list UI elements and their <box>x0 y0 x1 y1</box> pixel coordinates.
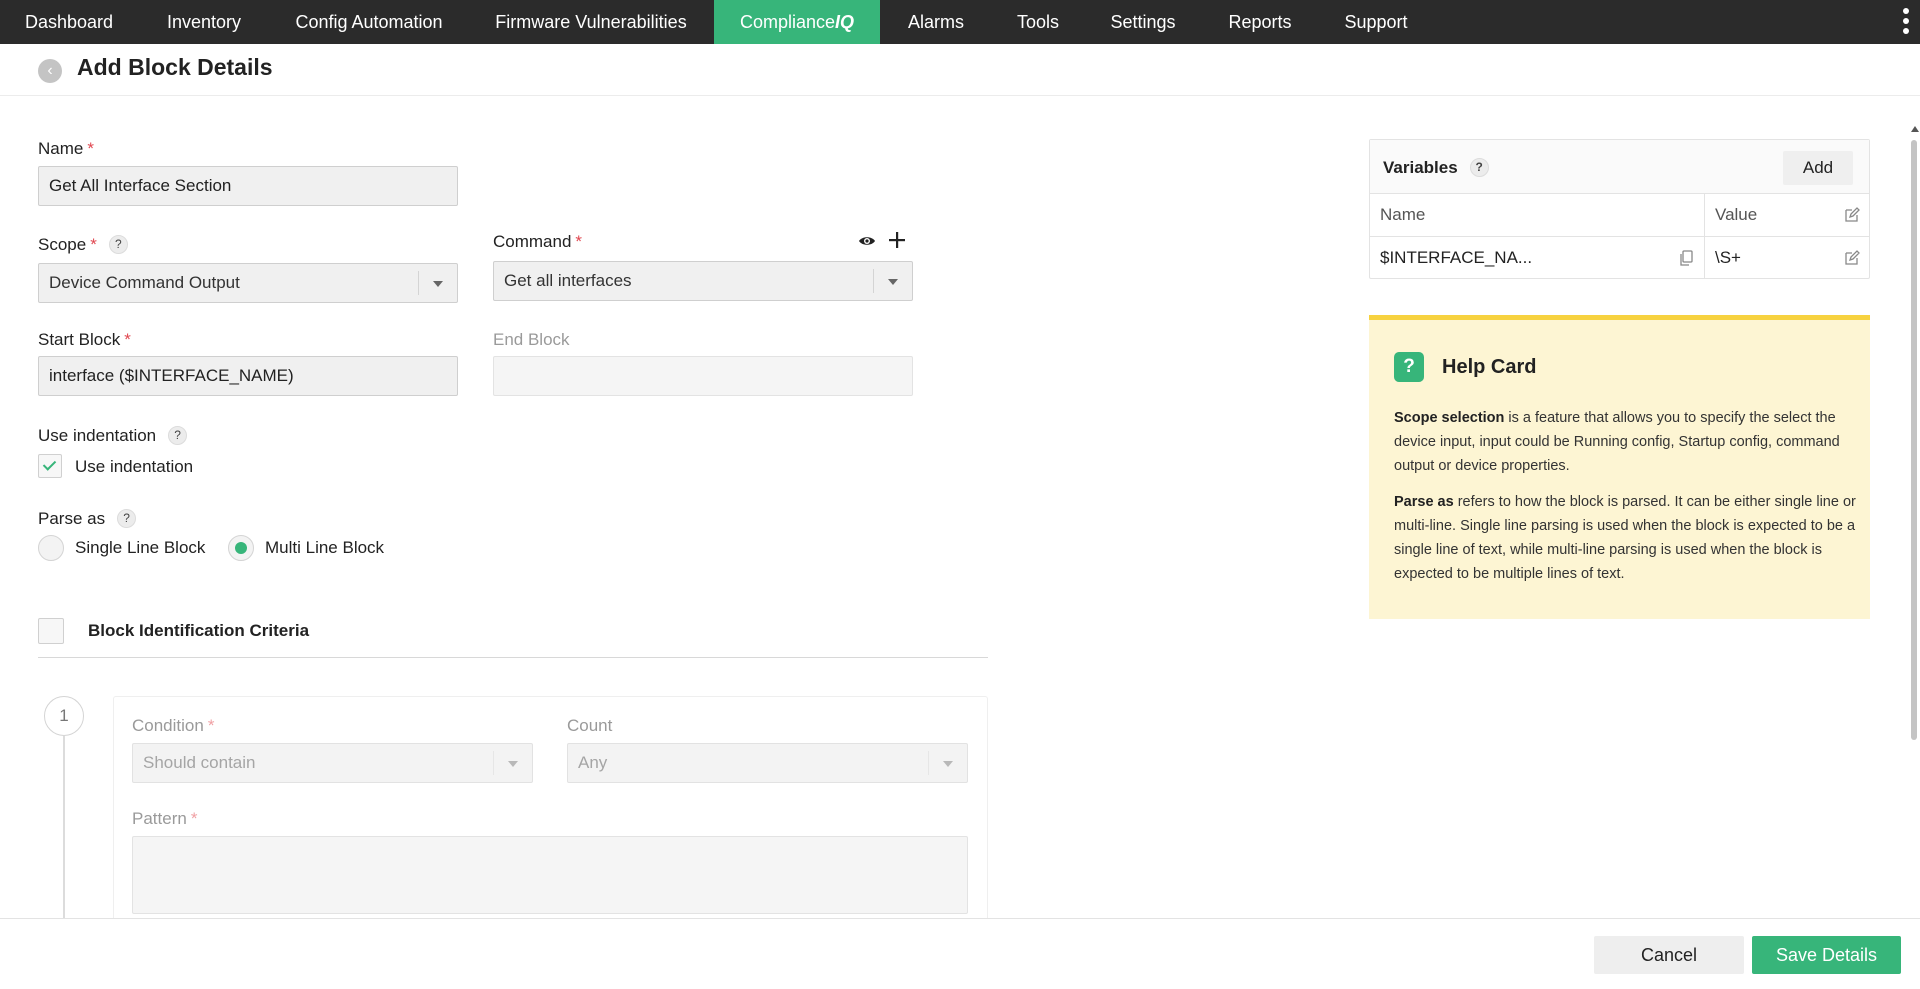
radio-selected-dot <box>235 542 247 554</box>
save-details-button[interactable]: Save Details <box>1752 936 1901 974</box>
page-header: ‹ Add Block Details <box>0 44 1920 96</box>
plus-icon[interactable] <box>888 231 906 249</box>
multi-line-block-label[interactable]: Multi Line Block <box>265 538 384 558</box>
help-term-scope: Scope selection <box>1394 410 1505 426</box>
chevron-left-icon[interactable]: ‹ <box>38 59 62 83</box>
nav-support[interactable]: Support <box>1318 0 1434 44</box>
section-divider <box>38 657 988 658</box>
count-label: Count <box>567 716 613 735</box>
criteria-step-number: 1 <box>44 696 84 736</box>
count-select-value: Any <box>578 753 608 772</box>
single-line-block-radio[interactable] <box>38 535 64 561</box>
variables-title-text: Variables <box>1383 158 1458 177</box>
chevron-down-icon <box>888 279 898 285</box>
pattern-label: Pattern * <box>132 809 198 828</box>
single-line-block-label[interactable]: Single Line Block <box>75 538 205 558</box>
pattern-label-text: Pattern <box>132 809 187 828</box>
table-row: $INTERFACE_NA... \S+ <box>1370 237 1869 279</box>
scope-help-icon[interactable]: ? <box>108 235 128 254</box>
nav-inventory[interactable]: Inventory <box>138 0 270 44</box>
footer-actions: Cancel Save Details <box>0 918 1920 989</box>
name-label: Name * <box>38 139 94 158</box>
nav-tools[interactable]: Tools <box>992 0 1084 44</box>
chevron-down-icon <box>508 761 518 767</box>
command-select-value: Get all interfaces <box>504 271 632 290</box>
help-paragraph-scope: Scope selection is a feature that allows… <box>1394 406 1856 478</box>
count-select[interactable]: Any <box>567 743 968 783</box>
scope-select[interactable]: Device Command Output <box>38 263 458 303</box>
help-term-parse: Parse as <box>1394 494 1454 510</box>
nav-reports[interactable]: Reports <box>1202 0 1318 44</box>
condition-select[interactable]: Should contain <box>132 743 533 783</box>
condition-label: Condition * <box>132 716 215 735</box>
block-identification-title: Block Identification Criteria <box>88 621 310 640</box>
end-block-label: End Block <box>493 330 570 349</box>
parse-as-label: Parse as? <box>38 509 137 529</box>
help-card-title: Help Card <box>1442 356 1537 378</box>
nav-firmware-vulnerabilities[interactable]: Firmware Vulnerabilities <box>468 0 714 44</box>
nav-settings[interactable]: Settings <box>1084 0 1202 44</box>
page-title: Add Block Details <box>77 54 273 80</box>
edit-icon[interactable] <box>1844 250 1860 266</box>
variables-title: Variables? <box>1383 158 1489 178</box>
start-block-input[interactable]: interface ($INTERFACE_NAME) <box>38 356 458 396</box>
start-block-label-text: Start Block <box>38 330 121 349</box>
edit-icon[interactable] <box>1844 207 1860 223</box>
help-text-parse: refers to how the block is parsed. It ca… <box>1394 494 1856 582</box>
kebab-menu-icon[interactable] <box>1902 8 1910 36</box>
variable-name-cell: $INTERFACE_NA... <box>1380 248 1533 267</box>
scope-select-value: Device Command Output <box>49 273 240 292</box>
use-indentation-help-icon[interactable]: ? <box>168 426 188 445</box>
condition-select-value: Should contain <box>143 753 256 772</box>
scope-label: Scope *? <box>38 235 128 255</box>
command-label-text: Command <box>493 232 572 251</box>
end-block-input[interactable] <box>493 356 913 396</box>
variables-panel: Variables? Add Name Value $INTERFACE_NA.… <box>1369 139 1870 279</box>
variable-value-cell: \S+ <box>1715 248 1741 267</box>
pattern-textarea[interactable] <box>132 836 968 914</box>
use-indentation-checkbox[interactable] <box>38 454 62 478</box>
top-navigation: Dashboard Inventory Config Automation Fi… <box>0 0 1920 44</box>
use-indentation-label-text: Use indentation <box>38 426 157 445</box>
parse-as-label-text: Parse as <box>38 509 106 528</box>
copy-icon[interactable] <box>1679 250 1693 266</box>
nav-compliance-iq-suffix: IQ <box>835 12 855 32</box>
block-identification-checkbox[interactable] <box>38 618 64 644</box>
scroll-up-icon[interactable] <box>1911 126 1919 132</box>
step-connector <box>63 736 65 920</box>
help-paragraph-parse: Parse as refers to how the block is pars… <box>1394 490 1856 586</box>
nav-config-automation[interactable]: Config Automation <box>270 0 468 44</box>
nav-compliance-iq[interactable]: ComplianceIQ <box>714 0 880 44</box>
command-select[interactable]: Get all interfaces <box>493 261 913 301</box>
add-variable-button[interactable]: Add <box>1783 151 1853 185</box>
nav-compliance-iq-prefix: Compliance <box>739 12 836 32</box>
nav-dashboard[interactable]: Dashboard <box>0 0 138 44</box>
use-indentation-option-label[interactable]: Use indentation <box>75 457 193 477</box>
variables-header: Variables? Add <box>1370 140 1869 194</box>
use-indentation-label: Use indentation? <box>38 426 188 446</box>
scope-label-text: Scope <box>38 235 87 254</box>
parse-as-help-icon[interactable]: ? <box>117 509 137 528</box>
start-block-label: Start Block * <box>38 330 131 349</box>
help-card: ? Help Card Scope selection is a feature… <box>1369 315 1870 619</box>
name-column-header: Name <box>1380 205 1426 224</box>
chevron-down-icon <box>433 281 443 287</box>
question-icon: ? <box>1394 352 1424 382</box>
variables-help-icon[interactable]: ? <box>1469 158 1489 177</box>
cancel-button[interactable]: Cancel <box>1594 936 1744 974</box>
chevron-down-icon <box>943 761 953 767</box>
condition-label-text: Condition <box>132 716 204 735</box>
command-label: Command * <box>493 232 583 251</box>
scrollbar-thumb[interactable] <box>1911 140 1917 740</box>
name-input[interactable]: Get All Interface Section <box>38 166 458 206</box>
nav-alarms[interactable]: Alarms <box>880 0 992 44</box>
name-label-text: Name <box>38 139 84 158</box>
multi-line-block-radio[interactable] <box>228 535 254 561</box>
checkmark-icon <box>42 457 57 471</box>
variables-column-header: Name Value <box>1370 194 1869 236</box>
eye-icon[interactable] <box>858 233 876 249</box>
page-scrollbar[interactable] <box>1908 126 1920 916</box>
